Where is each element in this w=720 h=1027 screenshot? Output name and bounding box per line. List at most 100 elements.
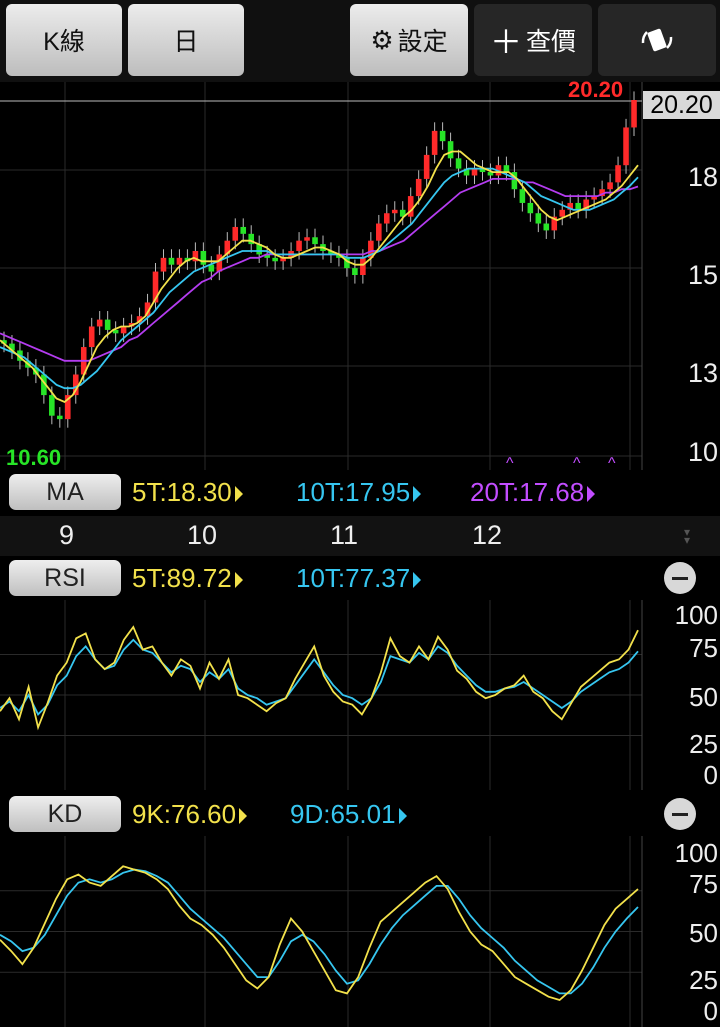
- candle-body: [176, 257, 183, 265]
- rotate-screen-icon: [641, 28, 673, 52]
- candle-body: [415, 178, 422, 197]
- ma20-value: 20T:17.68: [470, 477, 596, 508]
- gear-icon: ⚙: [370, 24, 394, 55]
- plus-icon: ＋: [489, 24, 522, 60]
- candle-body: [423, 154, 430, 179]
- candle-body: [575, 202, 581, 210]
- lookup-label: 查價: [526, 28, 577, 56]
- candle-body: [431, 130, 438, 155]
- candle-body: [216, 254, 223, 272]
- candle-body: [57, 415, 63, 420]
- candle-body: [559, 209, 566, 217]
- rsi-axis-tick: 100: [674, 600, 718, 630]
- candle-body: [232, 226, 239, 241]
- candle-body: [535, 213, 542, 224]
- settings-button[interactable]: ⚙ 設定: [350, 4, 468, 76]
- candle-body: [623, 127, 629, 166]
- date-axis: 9 10 11 12 ▾ ▾: [0, 516, 720, 556]
- ma20-line: [0, 178, 639, 362]
- price-axis-tick: 13: [687, 358, 718, 388]
- candle-body: [391, 209, 398, 214]
- rsi-chart-svg: [0, 600, 643, 790]
- ma-button[interactable]: MA: [9, 474, 121, 510]
- ma5-line: [0, 150, 639, 404]
- candle-body: [96, 319, 103, 327]
- candle-body: [160, 257, 167, 272]
- date-tick: 12: [472, 520, 503, 550]
- candle-body: [49, 395, 55, 416]
- drag-handle-icon[interactable]: ▾ ▾: [684, 526, 690, 546]
- candle-body: [296, 240, 302, 251]
- period-button[interactable]: 日: [128, 4, 244, 76]
- d-value: 9D:65.01: [290, 799, 407, 830]
- candle-body: [631, 100, 637, 128]
- candle-body: [304, 237, 310, 241]
- price-chart[interactable]: [0, 82, 720, 470]
- kline-button[interactable]: K線: [6, 4, 122, 76]
- candle-body: [439, 130, 446, 142]
- candle-body: [383, 213, 390, 224]
- kd-axis-tick: 25: [689, 965, 718, 995]
- kd-legend: KD 9K:76.60 9D:65.01: [0, 792, 720, 836]
- rsi5-line: [0, 625, 639, 731]
- rsi-axis-tick: 0: [703, 760, 718, 790]
- price-chart-svg: [0, 82, 643, 470]
- candle-body: [503, 165, 510, 173]
- candle-body: [168, 257, 175, 265]
- top-toolbar: K線 日 ⚙ 設定 ＋ 查價: [0, 0, 720, 82]
- candle-body: [360, 257, 366, 275]
- candle-body: [104, 319, 111, 330]
- kd-chart[interactable]: 100 75 50 25 0: [0, 836, 720, 1027]
- rsi5-value: 5T:89.72: [132, 563, 243, 594]
- date-tick: 11: [330, 520, 359, 550]
- rsi-legend: RSI 5T:89.72 10T:77.37: [0, 556, 720, 600]
- kd-axis-tick: 75: [689, 869, 718, 899]
- date-tick: 9: [59, 520, 75, 550]
- ma10-value: 10T:17.95: [296, 477, 422, 508]
- date-tick: 10: [187, 520, 218, 550]
- rsi-chart[interactable]: 100 75 50 25 0: [0, 600, 720, 790]
- rotate-button[interactable]: [598, 4, 716, 76]
- candle-body: [607, 182, 613, 190]
- candle-body: [615, 165, 621, 183]
- minus-icon: [672, 812, 688, 816]
- candle-body: [527, 202, 534, 214]
- minus-icon: [672, 576, 688, 580]
- rsi-axis-tick: 75: [689, 633, 718, 663]
- kd-chart-svg: [0, 836, 643, 1027]
- ma5-value: 5T:18.30: [132, 477, 243, 508]
- low-price-label: 10.60: [6, 445, 62, 470]
- rsi-button[interactable]: RSI: [9, 560, 121, 596]
- candle-body: [543, 223, 550, 231]
- settings-label: 設定: [397, 28, 448, 56]
- price-axis-tick: 10: [687, 437, 718, 467]
- candle-body: [376, 223, 382, 241]
- high-price-label: 20.20: [568, 77, 624, 102]
- candle-body: [312, 237, 318, 245]
- candle-body: [471, 168, 478, 176]
- remove-kd-button[interactable]: [664, 798, 696, 830]
- candle-body: [240, 226, 247, 234]
- kd-axis-tick: 50: [689, 918, 718, 948]
- lookup-button[interactable]: ＋ 查價: [474, 4, 592, 76]
- kd-button[interactable]: KD: [9, 796, 121, 832]
- remove-rsi-button[interactable]: [664, 562, 696, 594]
- rsi10-line: [0, 638, 639, 716]
- candle-body: [447, 141, 454, 159]
- rsi-axis-tick: 50: [689, 682, 718, 712]
- ma10-line: [0, 167, 639, 390]
- candle-body: [88, 326, 95, 348]
- ma-legend: MA 5T:18.30 10T:17.95 20T:17.68: [0, 470, 720, 514]
- candle-body: [455, 158, 462, 169]
- candle-body: [272, 257, 278, 262]
- candle-body: [120, 326, 127, 334]
- price-axis-tick: 15: [687, 260, 718, 290]
- kd-axis-tick: 0: [703, 996, 718, 1026]
- kd-axis-tick: 100: [674, 838, 718, 868]
- price-axis-tick: 18: [687, 162, 718, 192]
- k-value: 9K:76.60: [132, 799, 248, 830]
- rsi-axis-tick: 25: [689, 729, 718, 759]
- candle-body: [200, 250, 207, 265]
- k-line: [0, 865, 639, 1002]
- last-price-tag: 20.20: [643, 91, 720, 119]
